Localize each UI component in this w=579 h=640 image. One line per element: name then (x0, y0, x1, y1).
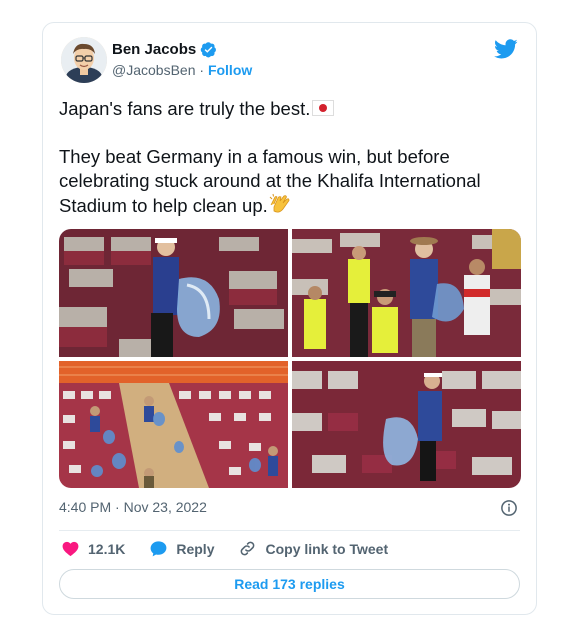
heart-icon (62, 541, 79, 557)
twitter-logo-icon[interactable] (494, 37, 518, 61)
like-button[interactable]: 12.1K (61, 539, 125, 558)
photo-fan-cleaning-2[interactable] (292, 361, 521, 488)
author-name[interactable]: Ben Jacobs (112, 41, 196, 58)
photo-stadium-wide[interactable] (59, 361, 288, 488)
tweet-timestamp[interactable]: 4:40 PM · Nov 23, 2022 (59, 499, 207, 515)
tweet-text: Japan's fans are truly the best. They be… (59, 97, 529, 218)
reply-icon (150, 541, 167, 557)
reply-button[interactable]: Reply (149, 539, 214, 558)
like-count: 12.1K (88, 540, 126, 557)
reply-label: Reply (176, 540, 215, 557)
photo-fan-cleaning-1[interactable] (59, 229, 288, 357)
action-bar: 12.1K Reply Copy link to Tweet (61, 539, 412, 558)
clapping-hands-icon (269, 193, 290, 213)
handle-row: @JacobsBen · Follow (112, 62, 252, 78)
copy-link-button[interactable]: Copy link to Tweet (238, 539, 388, 558)
verified-badge-icon (200, 42, 217, 58)
tweet-card: Ben Jacobs @JacobsBen · Follow Japan's f… (42, 22, 537, 615)
avatar[interactable] (61, 37, 107, 83)
divider (59, 530, 520, 531)
author-handle[interactable]: @JacobsBen (112, 62, 195, 78)
read-replies-button[interactable]: Read 173 replies (59, 569, 520, 599)
photo-fans-group[interactable] (292, 229, 521, 357)
photo-grid (59, 229, 521, 488)
japan-flag-icon (312, 100, 335, 116)
link-icon (241, 541, 255, 556)
follow-button[interactable]: Follow (208, 62, 252, 78)
author-name-row[interactable]: Ben Jacobs (112, 41, 217, 58)
copy-link-label: Copy link to Tweet (265, 540, 389, 557)
info-icon[interactable] (500, 499, 518, 517)
separator-dot: · (195, 62, 208, 78)
read-replies-label: Read 173 replies (234, 576, 345, 592)
tweet-line-1: Japan's fans are truly the best. (59, 98, 311, 119)
